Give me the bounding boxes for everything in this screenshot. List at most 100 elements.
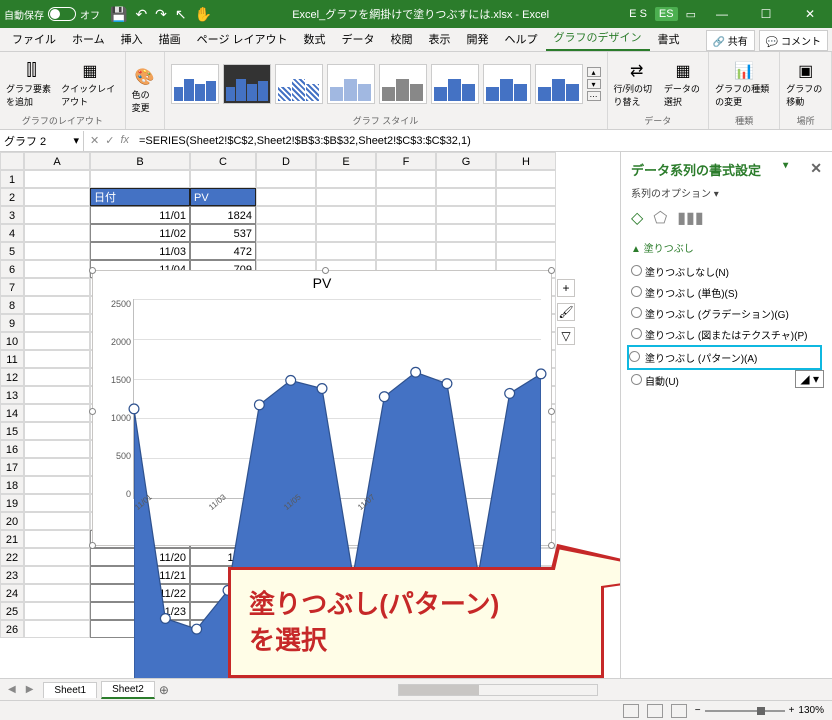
row-header[interactable]: 20: [0, 512, 24, 530]
fill-picture-radio[interactable]: 塗りつぶし (図またはテクスチャ)(P): [631, 324, 822, 345]
cell[interactable]: [316, 224, 376, 242]
add-chart-element-button[interactable]: ⫿⫿グラフ要素を追加: [6, 61, 57, 108]
change-chart-type-button[interactable]: 📊グラフの種類の変更: [715, 61, 773, 108]
cell[interactable]: [256, 170, 316, 188]
cell[interactable]: [24, 530, 90, 548]
fill-none-radio[interactable]: 塗りつぶしなし(N): [631, 261, 822, 282]
row-header[interactable]: 14: [0, 404, 24, 422]
save-icon[interactable]: 💾: [110, 6, 127, 23]
cell[interactable]: [190, 170, 256, 188]
row-header[interactable]: 12: [0, 368, 24, 386]
cell[interactable]: [24, 224, 90, 242]
cell[interactable]: 1824: [190, 206, 256, 224]
cell[interactable]: [24, 296, 90, 314]
row-header[interactable]: 15: [0, 422, 24, 440]
fill-section-header[interactable]: ▲ 塗りつぶし: [631, 240, 822, 255]
chart-plot-area[interactable]: 250020001500 10005000: [133, 299, 541, 499]
view-normal-icon[interactable]: [623, 704, 639, 718]
cell[interactable]: [24, 332, 90, 350]
enter-icon[interactable]: ✓: [105, 134, 114, 147]
add-sheet-button[interactable]: ⊕: [159, 683, 169, 697]
cell[interactable]: [496, 224, 556, 242]
row-header[interactable]: 8: [0, 296, 24, 314]
tab-pagelayout[interactable]: ページ レイアウト: [189, 27, 296, 51]
row-header[interactable]: 3: [0, 206, 24, 224]
cell[interactable]: [436, 170, 496, 188]
cell[interactable]: [24, 584, 90, 602]
fill-auto-radio[interactable]: 自動(U): [631, 370, 822, 391]
row-header[interactable]: 23: [0, 566, 24, 584]
row-header[interactable]: 5: [0, 242, 24, 260]
fill-solid-radio[interactable]: 塗りつぶし (単色)(S): [631, 282, 822, 303]
zoom-level[interactable]: 130%: [798, 705, 824, 716]
tab-format[interactable]: 書式: [650, 27, 688, 51]
cell[interactable]: [436, 224, 496, 242]
cell[interactable]: [496, 188, 556, 206]
chart-elements-button[interactable]: +: [557, 279, 575, 297]
cell[interactable]: [496, 242, 556, 260]
chart-style-8[interactable]: [535, 64, 583, 104]
undo-icon[interactable]: ↶: [135, 6, 147, 23]
cell[interactable]: 11/02: [90, 224, 190, 242]
cursor-icon[interactable]: ↖: [175, 6, 187, 23]
chart-style-1[interactable]: [171, 64, 219, 104]
close-button[interactable]: ✕: [792, 2, 828, 26]
fill-line-icon[interactable]: ◇: [631, 208, 643, 228]
cell[interactable]: 日付: [90, 188, 190, 206]
cell[interactable]: [256, 206, 316, 224]
switch-rowcol-button[interactable]: ⇄行/列の切り替え: [614, 61, 660, 108]
chart-style-6[interactable]: [431, 64, 479, 104]
toggle-switch[interactable]: [48, 7, 76, 21]
cell[interactable]: [24, 440, 90, 458]
row-header[interactable]: 17: [0, 458, 24, 476]
chart-style-3[interactable]: [275, 64, 323, 104]
row-header[interactable]: 2: [0, 188, 24, 206]
fill-gradient-radio[interactable]: 塗りつぶし (グラデーション)(G): [631, 303, 822, 324]
cell[interactable]: [24, 314, 90, 332]
cell[interactable]: [24, 350, 90, 368]
zoom-out-button[interactable]: −: [695, 705, 701, 716]
col-header[interactable]: A: [24, 152, 90, 170]
cell[interactable]: [24, 404, 90, 422]
col-header[interactable]: B: [90, 152, 190, 170]
row-header[interactable]: 22: [0, 548, 24, 566]
chart-styles-button[interactable]: 🖌: [557, 303, 575, 321]
outline-color-button[interactable]: ◢ ▾: [795, 370, 824, 388]
chart-style-4[interactable]: [327, 64, 375, 104]
maximize-button[interactable]: ☐: [748, 2, 784, 26]
sheet-tab-2[interactable]: Sheet2: [101, 681, 155, 699]
chevron-down-icon[interactable]: ▾: [73, 134, 79, 147]
cell[interactable]: [316, 170, 376, 188]
tab-home[interactable]: ホーム: [64, 27, 113, 51]
cell[interactable]: [316, 206, 376, 224]
series-options-dropdown[interactable]: 系列のオプション ▾: [631, 185, 822, 200]
horizontal-scrollbar[interactable]: [398, 684, 598, 696]
zoom-in-button[interactable]: +: [789, 705, 795, 716]
cell[interactable]: [436, 188, 496, 206]
chart-style-2[interactable]: [223, 64, 271, 104]
cell[interactable]: [24, 548, 90, 566]
row-header[interactable]: 18: [0, 476, 24, 494]
row-header[interactable]: 26: [0, 620, 24, 638]
cell[interactable]: [24, 260, 90, 278]
close-pane-icon[interactable]: ✕: [810, 160, 822, 179]
cell[interactable]: [24, 620, 90, 638]
cell[interactable]: [24, 602, 90, 620]
cell[interactable]: [256, 224, 316, 242]
fx-icon[interactable]: fx: [120, 134, 129, 147]
hand-icon[interactable]: ✋: [195, 6, 212, 23]
sheet-nav-prev[interactable]: ◀: [8, 684, 16, 695]
fill-pattern-radio[interactable]: 塗りつぶし (パターン)(A): [627, 345, 822, 370]
cell[interactable]: [256, 242, 316, 260]
cell[interactable]: 11/01: [90, 206, 190, 224]
cell[interactable]: [376, 224, 436, 242]
cell[interactable]: [24, 512, 90, 530]
sheet-tab-1[interactable]: Sheet1: [43, 682, 97, 698]
formula-input[interactable]: =SERIES(Sheet2!$C$2,Sheet2!$B$3:$B$32,Sh…: [135, 133, 832, 149]
user-badge[interactable]: ES: [655, 7, 678, 21]
minimize-button[interactable]: —: [704, 2, 740, 26]
row-header[interactable]: 1: [0, 170, 24, 188]
cell[interactable]: [24, 242, 90, 260]
cell[interactable]: [90, 170, 190, 188]
col-header[interactable]: C: [190, 152, 256, 170]
